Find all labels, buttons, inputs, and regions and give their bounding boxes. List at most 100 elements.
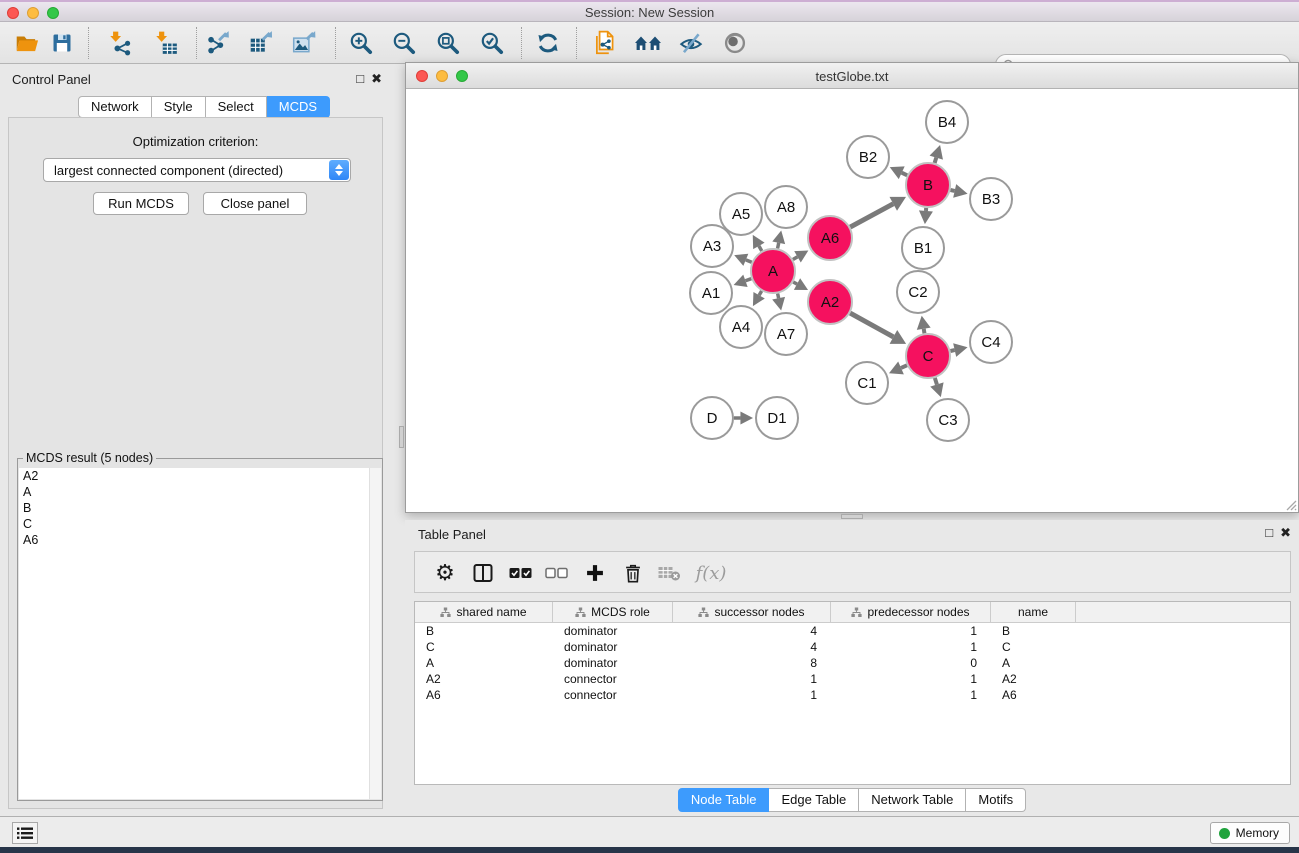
tab-network[interactable]: Network [78,96,152,118]
column-header-successor-nodes[interactable]: successor nodes [673,602,831,622]
zoom-fit-button[interactable] [431,27,465,59]
table-cell[interactable]: dominator [553,655,673,671]
resize-corner-icon[interactable] [1283,497,1297,511]
table-cell[interactable]: 1 [831,623,991,639]
result-list-item[interactable]: B [19,500,369,516]
tab-mcds[interactable]: MCDS [267,96,330,118]
table-row[interactable]: A2connector11A2 [415,671,1290,687]
result-list-item[interactable]: A [19,484,369,500]
edge-B-B3[interactable] [950,190,954,191]
delete-column-button[interactable] [617,557,649,589]
splitter-grip-vertical[interactable] [399,426,404,448]
add-column-button[interactable] [579,557,611,589]
table-cell[interactable]: dominator [553,623,673,639]
hide-eye-button[interactable] [674,27,708,59]
tab-node-table[interactable]: Node Table [678,788,770,812]
edge-B-B4[interactable] [935,158,937,163]
close-panel-icon[interactable]: ✖ [371,71,382,87]
edge-A-A1[interactable] [745,279,751,281]
edge-A-A5[interactable] [759,246,762,251]
edge-B-B2[interactable] [902,173,907,176]
open-session-button[interactable] [10,27,44,59]
export-network-button[interactable] [201,27,235,59]
edge-A-A2[interactable] [793,282,797,284]
result-list-scrollbar[interactable] [369,468,381,799]
table-cell[interactable]: B [991,623,1076,639]
table-cell[interactable]: 1 [673,687,831,703]
network-canvas[interactable]: B4B2BB3A5A8A6A3B1AA1C2A2A4A7C4CC1C3DD1 [406,89,1298,512]
houses-button[interactable] [631,27,665,59]
table-cell[interactable]: connector [553,671,673,687]
column-header-shared-name[interactable]: shared name [415,602,553,622]
table-cell[interactable]: 4 [673,623,831,639]
tab-motifs[interactable]: Motifs [966,788,1026,812]
table-settings-button[interactable]: ⚙ [429,557,461,589]
run-mcds-button[interactable]: Run MCDS [93,192,189,215]
table-cell[interactable]: A6 [991,687,1076,703]
table-cell[interactable]: 0 [831,655,991,671]
tab-style[interactable]: Style [152,96,206,118]
close-table-panel-icon[interactable]: ✖ [1280,525,1291,541]
zoom-out-button[interactable] [387,27,421,59]
save-session-button[interactable] [45,27,79,59]
table-cell[interactable]: B [415,623,553,639]
edge-A-A3[interactable] [746,260,752,262]
zoom-in-button[interactable] [344,27,378,59]
edge-C-C3[interactable] [935,378,937,385]
edge-C-C2[interactable] [924,329,925,334]
close-panel-button[interactable]: Close panel [203,192,307,215]
table-cell[interactable]: 8 [673,655,831,671]
table-cell[interactable]: A2 [415,671,553,687]
select-all-columns-button[interactable] [505,557,537,589]
eye-button[interactable] [718,27,752,59]
edge-C-C4[interactable] [950,350,954,351]
table-cell[interactable]: dominator [553,639,673,655]
export-image-button[interactable] [287,27,321,59]
table-cell[interactable]: 1 [831,639,991,655]
edge-A-A8[interactable] [778,243,779,249]
table-cell[interactable]: A [991,655,1076,671]
table-cell[interactable]: 4 [673,639,831,655]
table-cell[interactable]: C [415,639,553,655]
clear-table-button[interactable] [653,557,685,589]
column-header-predecessor-nodes[interactable]: predecessor nodes [831,602,991,622]
zoom-selected-button[interactable] [475,27,509,59]
split-view-button[interactable] [467,557,499,589]
splitter-grip-horizontal[interactable] [841,514,863,519]
result-list-item[interactable]: A2 [19,468,369,484]
table-row[interactable]: Cdominator41C [415,639,1290,655]
table-cell[interactable]: C [991,639,1076,655]
export-table-button[interactable] [244,27,278,59]
table-cell[interactable]: 1 [673,671,831,687]
edge-A-A6[interactable] [793,257,798,260]
deselect-all-columns-button[interactable] [541,557,573,589]
edge-A2-C[interactable] [850,313,893,337]
table-cell[interactable]: A6 [415,687,553,703]
edge-C-C1[interactable] [901,365,907,368]
table-cell[interactable]: connector [553,687,673,703]
table-cell[interactable]: A [415,655,553,671]
refresh-view-button[interactable] [531,27,565,59]
table-cell[interactable]: 1 [831,671,991,687]
table-row[interactable]: Bdominator41B [415,623,1290,639]
float-panel-icon[interactable]: □ [356,71,364,87]
column-header-name[interactable]: name [991,602,1076,622]
float-table-panel-icon[interactable]: □ [1265,525,1273,541]
edge-A-A4[interactable] [759,291,761,295]
tab-edge-table[interactable]: Edge Table [769,788,859,812]
table-row[interactable]: A6connector11A6 [415,687,1290,703]
result-list-item[interactable]: C [19,516,369,532]
table-row[interactable]: Adominator80A [415,655,1290,671]
table-cell[interactable]: 1 [831,687,991,703]
tab-network-table[interactable]: Network Table [859,788,966,812]
column-header-MCDS-role[interactable]: MCDS role [553,602,673,622]
edge-A6-B[interactable] [850,204,893,227]
function-builder-button[interactable]: f(x) [691,557,731,589]
table-cell[interactable]: A2 [991,671,1076,687]
edge-A-A7[interactable] [778,294,779,299]
memory-button[interactable]: Memory [1210,822,1290,844]
criterion-dropdown[interactable]: largest connected component (directed) [43,158,351,182]
copy-network-document-button[interactable] [588,27,622,59]
import-network-button[interactable] [103,27,137,59]
import-table-button[interactable] [149,27,183,59]
